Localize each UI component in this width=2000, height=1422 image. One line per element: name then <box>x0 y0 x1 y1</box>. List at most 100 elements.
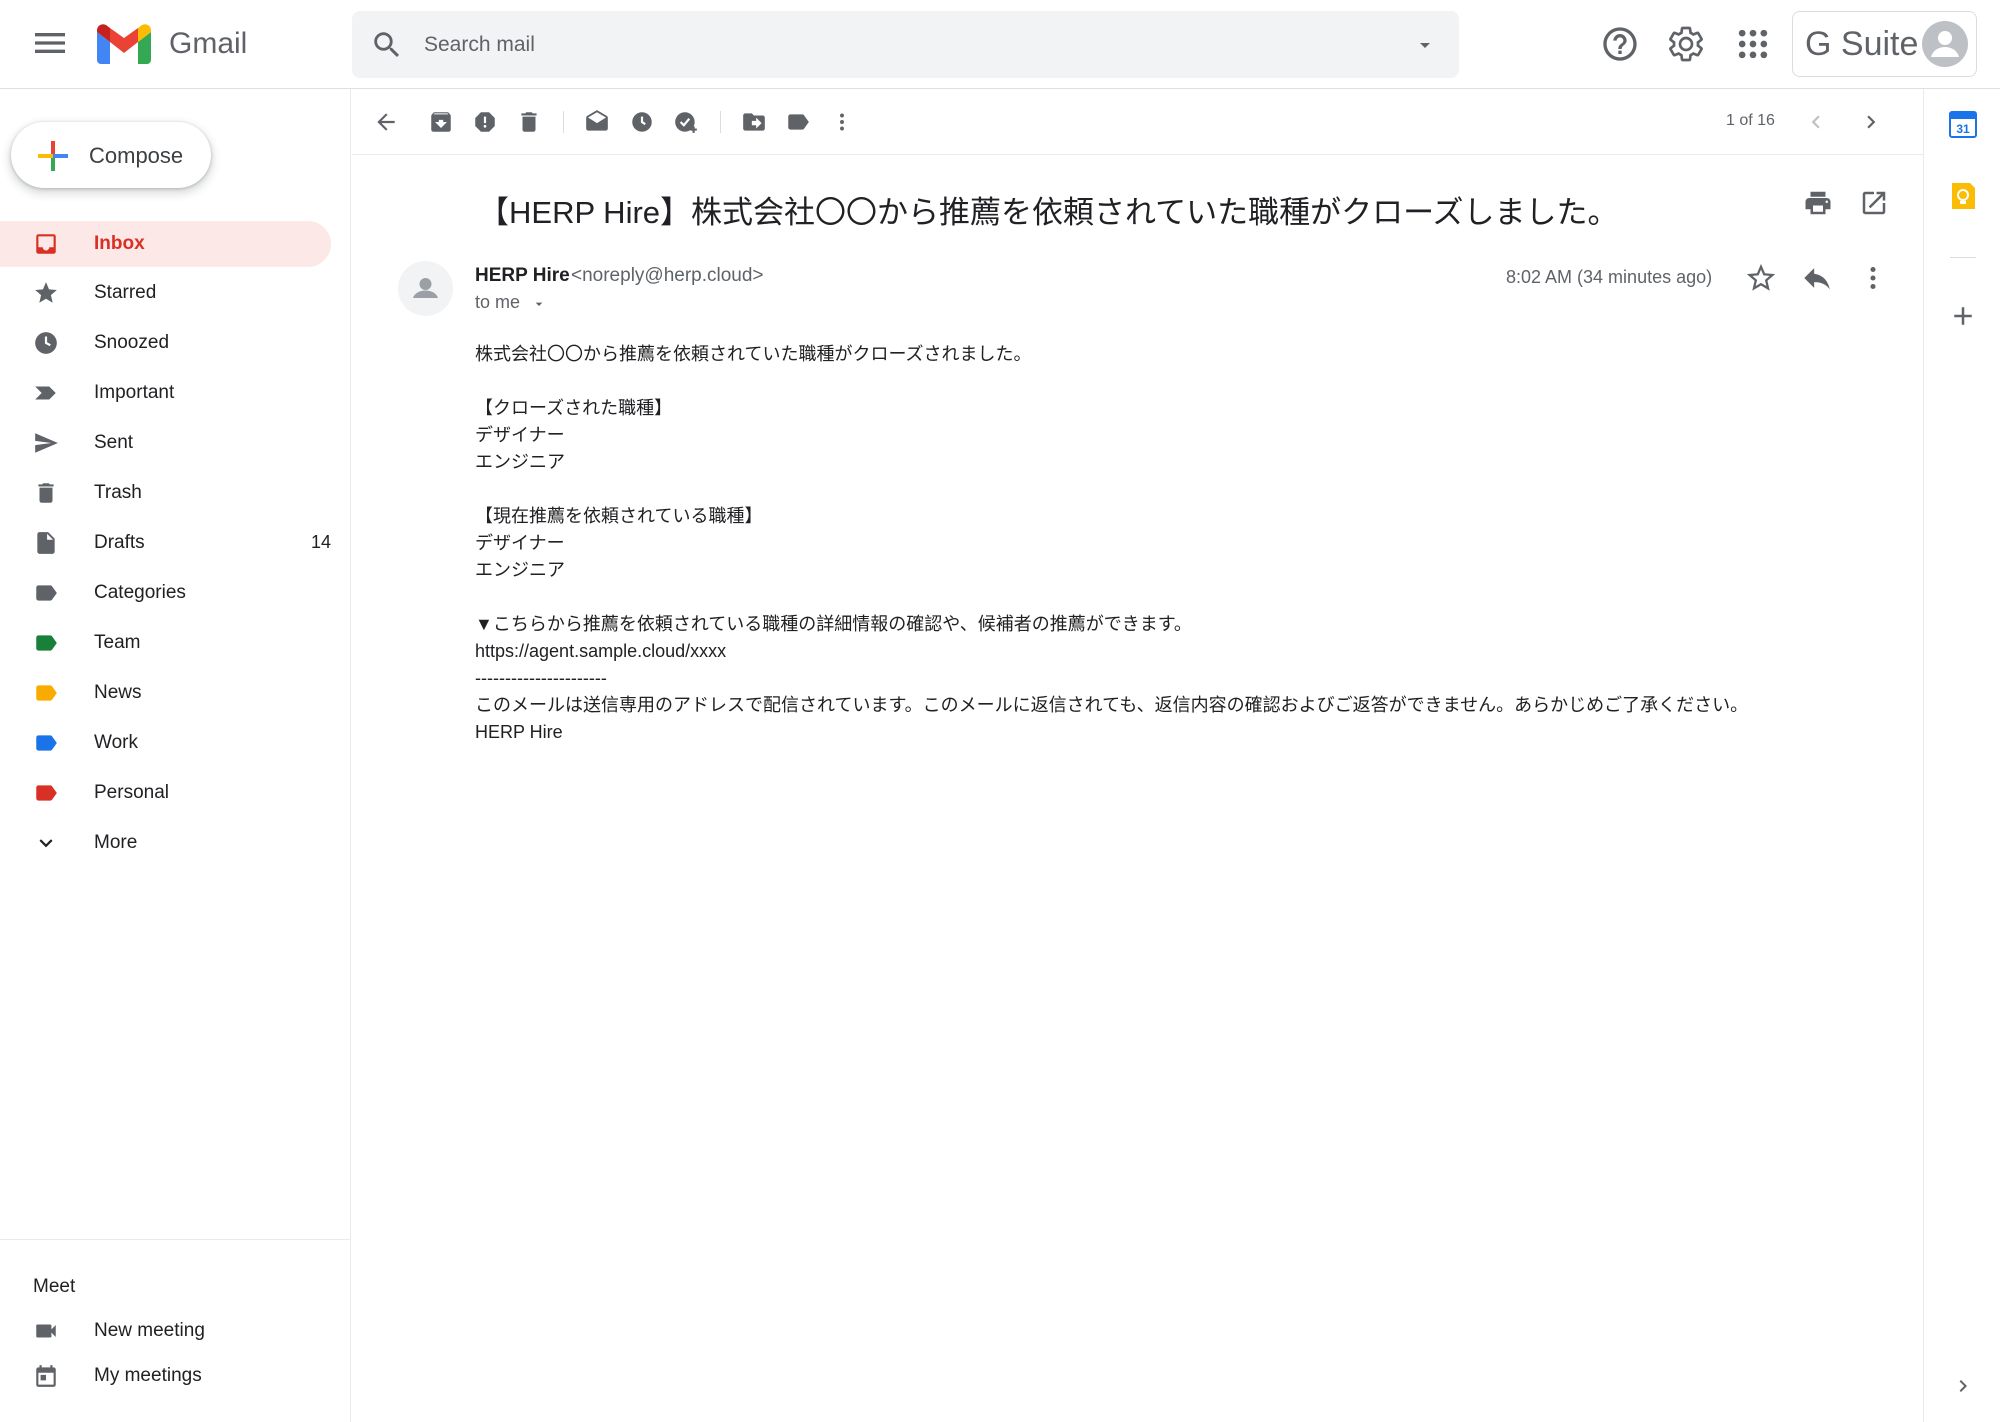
sidebar-item-label: Work <box>94 732 138 753</box>
compose-label: Compose <box>89 143 184 168</box>
search-options-icon[interactable] <box>1413 33 1437 57</box>
body-line <box>475 368 1875 395</box>
star-icon <box>33 280 59 306</box>
body-line: エンジニア <box>475 560 565 580</box>
sidebar-item-important[interactable]: Important <box>0 370 331 416</box>
snooze-clock-icon[interactable] <box>629 109 655 135</box>
sidebar-item-inbox[interactable]: Inbox <box>0 221 331 267</box>
sidebar-item-snoozed[interactable]: Snoozed <box>0 320 331 366</box>
keep-app-icon[interactable] <box>1948 181 1978 211</box>
delete-icon[interactable] <box>516 109 542 135</box>
compose-button[interactable]: Compose <box>11 122 211 188</box>
sidebar-item-starred[interactable]: Starred <box>0 270 331 316</box>
sidebar-divider <box>0 1239 351 1240</box>
sidebar-item-team[interactable]: Team <box>0 620 331 666</box>
gmail-m-icon <box>97 24 151 64</box>
sidebar-item-categories[interactable]: Categories <box>0 570 331 616</box>
body-link[interactable]: https://agent.sample.cloud/xxxx <box>475 638 1875 665</box>
recipient-label: to me <box>475 292 521 312</box>
side-panel: 31 <box>1923 89 2000 1422</box>
meet-section-title: Meet <box>33 1276 76 1297</box>
sidebar-item-trash[interactable]: Trash <box>0 470 331 516</box>
archive-icon[interactable] <box>428 109 454 135</box>
open-new-window-icon[interactable] <box>1859 188 1889 218</box>
calendar-icon <box>33 1363 59 1389</box>
drafts-count-badge: 14 <box>310 532 331 552</box>
important-icon <box>33 380 59 406</box>
reply-icon[interactable] <box>1800 261 1834 295</box>
body-line: ▼こちらから推薦を依頼されている職種の詳細情報の確認や、候補者の推薦ができます。 <box>475 614 1192 634</box>
body-line: このメールは送信専用のアドレスで配信されています。このメールに返信されても、返信… <box>475 695 1749 715</box>
search-input[interactable] <box>424 11 1324 78</box>
sidebar-item-label: Personal <box>94 782 169 803</box>
body-line <box>475 476 1875 503</box>
search-icon[interactable] <box>370 28 404 62</box>
label-personal-icon <box>33 780 59 806</box>
sidebar-item-more[interactable]: More <box>0 820 331 866</box>
left-sidebar: Compose Inbox Starred Snoozed Important … <box>0 89 351 1422</box>
body-separator: ---------------------- <box>475 668 607 688</box>
star-outline-icon[interactable] <box>1744 261 1778 295</box>
message-more-icon[interactable] <box>1856 261 1890 295</box>
more-vertical-icon[interactable] <box>829 109 855 135</box>
calendar-day-number: 31 <box>1956 122 1970 136</box>
settings-gear-icon[interactable] <box>1666 24 1706 64</box>
move-to-folder-icon[interactable] <box>741 109 767 135</box>
sidebar-item-label: Drafts <box>94 532 145 553</box>
search-bar <box>352 11 1459 78</box>
my-meetings-button[interactable]: My meetings <box>0 1356 330 1396</box>
sender-avatar <box>398 261 453 316</box>
sidebar-item-sent[interactable]: Sent <box>0 420 331 466</box>
sidebar-item-label: Team <box>94 632 141 653</box>
chevron-left-icon[interactable] <box>1803 109 1829 135</box>
label-icon <box>33 580 59 606</box>
clock-icon <box>33 330 59 356</box>
main-menu-icon[interactable] <box>30 23 70 63</box>
send-icon <box>33 430 59 456</box>
gsuite-account-button[interactable]: G Suite <box>1792 11 1977 77</box>
sender-name[interactable]: HERP Hire <box>475 265 570 287</box>
add-app-plus-icon[interactable] <box>1948 301 1978 331</box>
sidebar-item-news[interactable]: News <box>0 670 331 716</box>
chevron-right-icon[interactable] <box>1858 109 1884 135</box>
sender-email: <noreply@herp.cloud> <box>571 265 764 286</box>
video-camera-icon <box>33 1318 59 1344</box>
toolbar-divider <box>720 111 721 133</box>
calendar-app-icon[interactable]: 31 <box>1948 109 1978 139</box>
back-arrow-icon[interactable] <box>373 109 399 135</box>
add-to-tasks-icon[interactable] <box>673 109 699 135</box>
label-news-icon <box>33 680 59 706</box>
help-icon[interactable] <box>1600 24 1640 64</box>
sidebar-item-label: Inbox <box>94 233 145 254</box>
body-line: 【クローズされた職種】 <box>475 398 673 418</box>
new-meeting-button[interactable]: New meeting <box>0 1311 330 1351</box>
app-name: Gmail <box>169 27 248 60</box>
label-as-icon[interactable] <box>785 109 811 135</box>
expand-panel-chevron-icon[interactable] <box>1951 1374 1975 1398</box>
sidebar-item-drafts[interactable]: Drafts 14 <box>0 520 331 566</box>
body-line: エンジニア <box>475 452 565 472</box>
message-toolbar: 1 of 16 <box>352 89 1923 155</box>
sidebar-item-work[interactable]: Work <box>0 720 331 766</box>
new-meeting-label: New meeting <box>94 1320 205 1341</box>
print-icon[interactable] <box>1803 188 1833 218</box>
sidebar-item-label: More <box>94 832 138 853</box>
body-line: 【現在推薦を依頼されている職種】 <box>475 506 763 526</box>
show-details-caret-icon[interactable] <box>531 296 547 312</box>
sidebar-item-label: Categories <box>94 582 186 603</box>
mark-unread-icon[interactable] <box>584 109 610 135</box>
gmail-logo[interactable]: Gmail <box>97 20 247 68</box>
sidebar-item-label: Trash <box>94 482 142 503</box>
message-view: 1 of 16 【HERP Hire】株式会社〇〇から推薦を依頼されていた職種が… <box>352 89 1923 1422</box>
draft-icon <box>33 530 59 556</box>
body-line: デザイナー <box>475 425 565 445</box>
body-line: デザイナー <box>475 533 565 553</box>
inbox-icon <box>33 231 59 257</box>
sidebar-item-label: Starred <box>94 282 157 303</box>
label-team-icon <box>33 630 59 656</box>
sidebar-item-personal[interactable]: Personal <box>0 770 331 816</box>
person-icon <box>413 278 438 298</box>
apps-grid-icon[interactable] <box>1733 24 1773 64</box>
label-work-icon <box>33 730 59 756</box>
report-spam-icon[interactable] <box>472 109 498 135</box>
